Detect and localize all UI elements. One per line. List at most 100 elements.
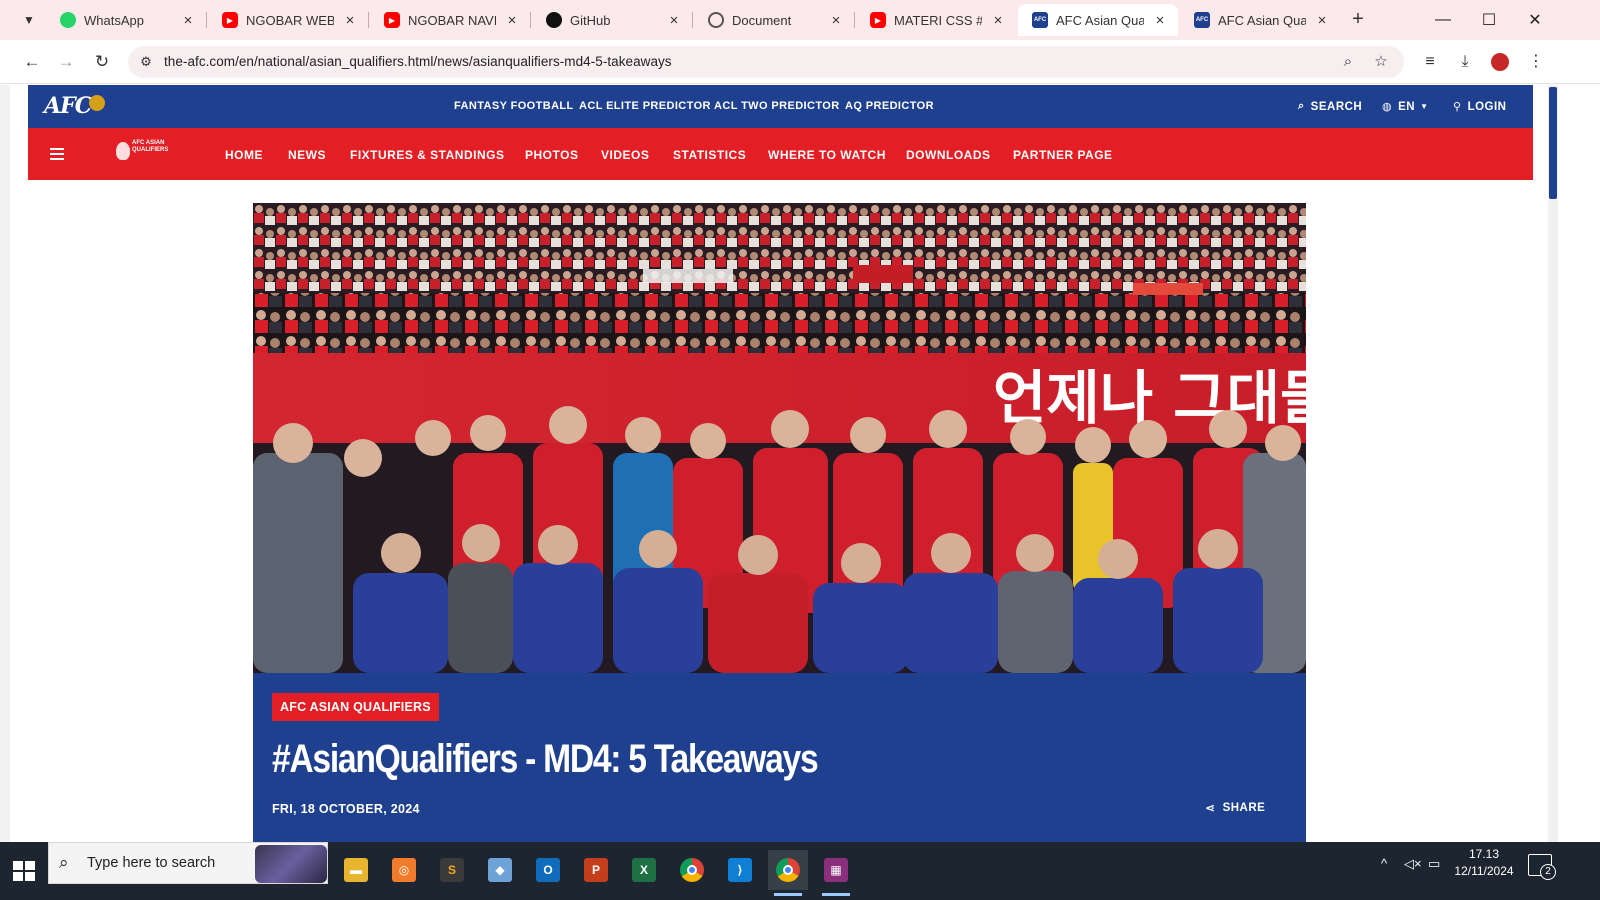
aq-logo-mark	[116, 142, 130, 160]
minimize-button[interactable]: —	[1420, 0, 1466, 40]
browser-tab[interactable]: WhatsApp ×	[46, 4, 207, 36]
browser-tab-active[interactable]: AFC AFC Asian Qualifie ×	[1018, 4, 1178, 36]
outlook-app[interactable]: O	[528, 850, 568, 890]
back-button[interactable]: ←	[18, 48, 46, 76]
category-badge[interactable]: AFC ASIAN QUALIFIERS	[272, 693, 439, 721]
outlook-icon: O	[536, 858, 560, 882]
file-explorer-app[interactable]: ▬	[336, 850, 376, 890]
site-info-icon[interactable]: ⚙	[136, 52, 156, 72]
browser-tab-bar: ▼ WhatsApp × ▶ NGOBAR WEB CO × ▶ NGOBAR …	[0, 0, 1600, 40]
app-orange[interactable]: ◎	[384, 850, 424, 890]
nav-home[interactable]: HOME	[225, 148, 263, 162]
browser-tab[interactable]: ▶ NGOBAR WEB CO ×	[208, 4, 369, 36]
url-text[interactable]: the-afc.com/en/national/asian_qualifiers…	[164, 54, 672, 69]
close-icon[interactable]: ×	[990, 12, 1006, 29]
vscode-app[interactable]: ⟩	[720, 850, 760, 890]
close-icon[interactable]: ×	[1314, 12, 1330, 29]
tab-title: GitHub	[570, 12, 611, 28]
close-window-button[interactable]: ✕	[1512, 0, 1558, 40]
close-icon[interactable]: ×	[504, 12, 520, 29]
search-icon: ⌕	[1298, 100, 1305, 112]
sublime-text-app[interactable]: S	[432, 850, 472, 890]
browser-tab[interactable]: ▶ MATERI CSS #2 - ×	[856, 4, 1016, 36]
browser-tab[interactable]: GitHub ×	[532, 4, 693, 36]
top-link-acl-two-predictor[interactable]: ACL TWO PREDICTOR	[714, 100, 840, 112]
clock-date: 12/11/2024	[1454, 864, 1514, 878]
tab-title: MATERI CSS #2 -	[894, 12, 982, 28]
tab-search-button[interactable]: ▼	[14, 6, 44, 34]
tab-title: WhatsApp	[84, 12, 144, 28]
browser-tab[interactable]: ▶ NGOBAR NAVIGA ×	[370, 4, 531, 36]
browser-tab[interactable]: AFC AFC Asian Qualifie ×	[1180, 4, 1340, 36]
nav-partner-page[interactable]: PARTNER PAGE	[1013, 148, 1113, 162]
zoom-icon[interactable]: ⌕	[1338, 52, 1358, 72]
nav-statistics[interactable]: STATISTICS	[673, 148, 746, 162]
start-button[interactable]	[8, 856, 38, 886]
chrome-app[interactable]	[672, 850, 712, 890]
network-icon[interactable]: ▭	[1428, 856, 1440, 872]
language-select[interactable]: ◍ EN ▼	[1382, 100, 1429, 114]
new-tab-button[interactable]: +	[1346, 8, 1370, 32]
page-viewport: AFC FANTASY FOOTBALL ACL ELITE PREDICTOR…	[0, 85, 1600, 842]
profile-avatar-icon[interactable]	[1491, 53, 1509, 71]
taskbar-clock[interactable]: 17.13 12/11/2024	[1444, 846, 1524, 880]
nav-videos[interactable]: VIDEOS	[601, 148, 649, 162]
nav-photos[interactable]: PHOTOS	[525, 148, 578, 162]
top-link-fantasy-football[interactable]: FANTASY FOOTBALL	[454, 100, 574, 112]
caret-down-icon: ▼	[1420, 102, 1429, 111]
close-icon[interactable]: ×	[342, 12, 358, 29]
nav-downloads[interactable]: DOWNLOADS	[906, 148, 991, 162]
nav-fixtures-standings[interactable]: FIXTURES & STANDINGS	[350, 148, 504, 162]
more-menu-icon[interactable]: ⋮	[1524, 50, 1548, 74]
arrow-left-icon: ←	[23, 52, 41, 71]
volume-muted-icon[interactable]: ◁×	[1404, 856, 1422, 872]
powerpoint-app[interactable]: P	[576, 850, 616, 890]
share-button[interactable]: ⋖ SHARE	[1205, 801, 1265, 815]
share-icon: ⋖	[1205, 801, 1216, 815]
taskbar-search[interactable]: ⌕ Type here to search	[48, 842, 328, 884]
app-cube[interactable]: ◆	[480, 850, 520, 890]
hamburger-menu-icon[interactable]	[50, 148, 64, 160]
close-icon[interactable]: ×	[666, 12, 682, 29]
archive-icon: ▦	[824, 858, 848, 882]
right-gutter	[1558, 85, 1600, 842]
login-button[interactable]: ⚲ LOGIN	[1453, 100, 1506, 114]
afc-top-nav: AFC FANTASY FOOTBALL ACL ELITE PREDICTOR…	[28, 85, 1533, 128]
winrar-app[interactable]: ▦	[816, 850, 856, 896]
close-icon[interactable]: ×	[828, 12, 844, 29]
windows-taskbar: ⌕ Type here to search ▬ ◎ S ◆ O P X ⟩ ▦ …	[0, 842, 1600, 900]
browser-tab[interactable]: Document ×	[694, 4, 855, 36]
top-link-aq-predictor[interactable]: AQ PREDICTOR	[845, 100, 934, 112]
globe-icon: ◍	[1382, 101, 1393, 113]
close-icon[interactable]: ×	[180, 12, 196, 29]
chrome-profile-app[interactable]	[768, 850, 808, 896]
bookmark-star-icon[interactable]: ☆	[1371, 52, 1391, 72]
download-icon[interactable]: ⤓	[1453, 50, 1477, 74]
nav-news[interactable]: NEWS	[288, 148, 326, 162]
chrome-icon	[776, 858, 800, 882]
tab-title: AFC Asian Qualifie	[1056, 12, 1144, 28]
asian-qualifiers-logo[interactable]: AFC ASIAN QUALIFIERS	[116, 140, 178, 166]
page-scrollbar-thumb[interactable]	[1549, 87, 1557, 199]
forward-button[interactable]: →	[52, 48, 80, 76]
address-bar[interactable]: ⚙ the-afc.com/en/national/asian_qualifie…	[128, 46, 1404, 78]
chevron-up-icon[interactable]: ^	[1381, 856, 1387, 871]
reload-button[interactable]: ↻	[88, 48, 116, 76]
user-icon: ⚲	[1453, 101, 1462, 113]
minimize-icon: —	[1435, 11, 1451, 28]
media-controls-icon[interactable]: ≡	[1418, 50, 1442, 74]
globe-icon	[708, 12, 724, 28]
afc-logo[interactable]: AFC	[44, 93, 106, 119]
search-button[interactable]: ⌕ SEARCH	[1298, 100, 1362, 113]
tab-title: NGOBAR NAVIGA	[408, 12, 496, 28]
nav-where-to-watch[interactable]: WHERE TO WATCH	[768, 148, 886, 162]
youtube-icon: ▶	[870, 12, 886, 28]
top-link-acl-elite-predictor[interactable]: ACL ELITE PREDICTOR	[579, 100, 711, 112]
excel-app[interactable]: X	[624, 850, 664, 890]
close-icon[interactable]: ×	[1152, 12, 1168, 29]
aq-section-nav: AFC ASIAN QUALIFIERS HOME NEWS FIXTURES …	[28, 128, 1533, 180]
maximize-button[interactable]: ☐	[1466, 0, 1512, 40]
folder-icon: ▬	[344, 858, 368, 882]
search-icon: ⌕	[59, 853, 69, 872]
vscode-icon: ⟩	[728, 858, 752, 882]
